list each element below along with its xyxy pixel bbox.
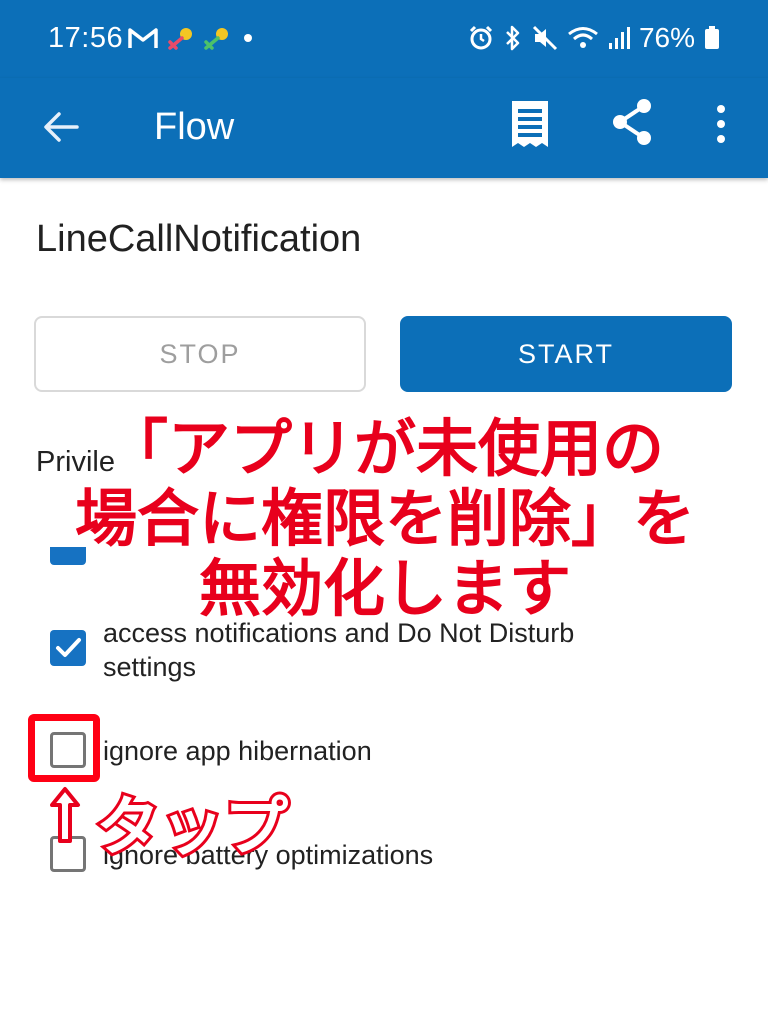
signal-icon [608, 27, 630, 49]
status-left-icons [128, 22, 260, 54]
battery-icon [705, 26, 719, 49]
more-vert-icon [717, 105, 725, 143]
key-icon [204, 28, 228, 50]
bluetooth-icon [506, 25, 520, 51]
log-icon [512, 101, 548, 147]
battery-percent: 76% [638, 22, 695, 53]
tap-highlight-box [28, 714, 100, 782]
share-button[interactable] [606, 94, 658, 150]
back-arrow-icon [44, 112, 79, 142]
back-button[interactable] [36, 102, 86, 152]
permission-label: access notifications and Do Not Disturb … [103, 618, 575, 682]
annotation-line: 無効化します [196, 551, 573, 626]
share-icon [613, 99, 651, 145]
checkbox-notifications[interactable] [50, 630, 86, 666]
start-button[interactable]: START [400, 316, 732, 392]
gmail-icon [128, 28, 158, 48]
dot-icon [244, 34, 252, 42]
flow-name: LineCallNotification [36, 218, 362, 260]
tap-label: タップ [93, 788, 291, 868]
permission-label: ignore app hibernation [103, 736, 372, 766]
status-bar: 17:56 76% [0, 0, 768, 78]
more-options-button[interactable] [706, 96, 736, 152]
annotation-line: 場合に権限を削除」を [72, 481, 697, 556]
status-right-icons: 76% [468, 22, 720, 54]
up-arrow-icon [50, 787, 80, 843]
wifi-icon [568, 27, 598, 48]
app-bar: Flow [0, 78, 768, 178]
app-title: Flow [154, 106, 235, 148]
status-time: 17:56 [48, 22, 124, 54]
mute-icon [532, 25, 558, 51]
stop-button[interactable]: STOP [34, 316, 366, 392]
alarm-icon [469, 25, 493, 50]
annotation-text: 「アプリが未使用の 場合に権限を削除」を 無効化します [60, 411, 710, 626]
checkmark-icon [56, 638, 81, 657]
log-button[interactable] [504, 96, 556, 152]
annotation-line: 「アプリが未使用の [103, 411, 666, 486]
key-icon [168, 28, 192, 50]
